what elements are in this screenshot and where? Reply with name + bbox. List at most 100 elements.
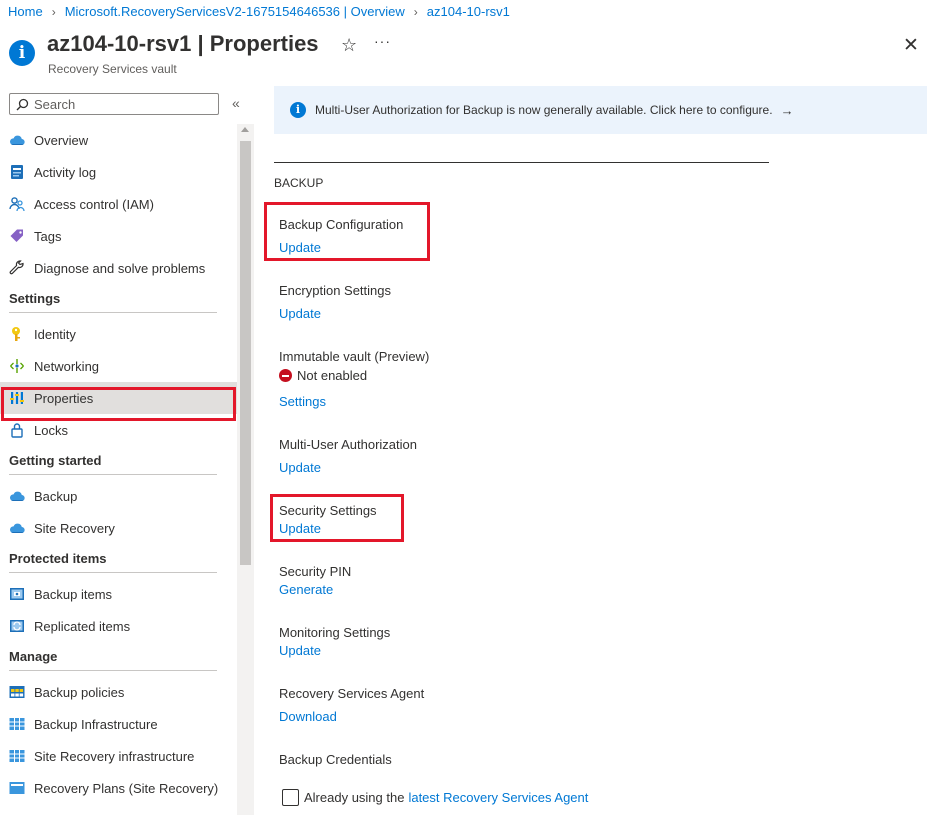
scroll-up-icon[interactable] <box>241 127 249 132</box>
scrollbar-thumb[interactable] <box>240 141 251 565</box>
sidebar-item-label: Replicated items <box>34 618 131 634</box>
not-enabled-status-icon <box>279 369 292 382</box>
info-icon: i <box>290 102 306 118</box>
page-title: az104-10-rsv1 | Properties <box>47 31 319 57</box>
sidebar-item-properties[interactable]: Properties <box>0 382 237 414</box>
backup-items-icon <box>9 586 25 602</box>
plans-icon <box>9 780 25 796</box>
sidebar-item-label: Access control (IAM) <box>34 196 154 212</box>
banner-text: Multi-User Authorization for Backup is n… <box>315 103 773 117</box>
sidebar-item-tags[interactable]: Tags <box>0 220 237 252</box>
vault-info-icon: i <box>9 40 35 66</box>
monitoring-settings-update-link[interactable]: Update <box>279 643 321 658</box>
sidebar-item-label: Backup Infrastructure <box>34 716 158 732</box>
sidebar-item-diagnose-and-solve-problems[interactable]: Diagnose and solve problems <box>0 252 237 284</box>
lock-icon <box>9 422 25 438</box>
key-icon <box>9 326 25 342</box>
sidebar-group-settings: Settings <box>9 291 61 306</box>
breadcrumb-resource-group[interactable]: Microsoft.RecoveryServicesV2-16751546465… <box>65 4 405 19</box>
security-pin-label: Security PIN <box>279 564 352 579</box>
sidebar-item-activity-log[interactable]: Activity log <box>0 156 237 188</box>
already-using-agent-checkbox[interactable] <box>282 789 299 806</box>
mua-info-banner[interactable]: i Multi-User Authorization for Backup is… <box>274 86 927 134</box>
section-divider <box>274 162 769 163</box>
sidebar-item-overview[interactable]: Overview <box>0 124 237 156</box>
sidebar-item-locks[interactable]: Locks <box>0 414 237 446</box>
security-settings-label: Security Settings <box>279 503 377 518</box>
sidebar-item-label: Backup <box>34 488 78 504</box>
breadcrumb-home[interactable]: Home <box>8 4 43 19</box>
tag-icon <box>9 228 25 244</box>
sidebar-group-protected-items: Protected items <box>9 551 107 566</box>
immutable-vault-label: Immutable vault (Preview) <box>279 349 430 364</box>
breadcrumb: Home › Microsoft.RecoveryServicesV2-1675… <box>8 4 510 19</box>
sidebar-item-identity[interactable]: Identity <box>0 318 237 350</box>
backup-configuration-label: Backup Configuration <box>279 217 404 232</box>
recovery-agent-download-link[interactable]: Download <box>279 709 337 724</box>
sidebar-item-label: Locks <box>34 422 68 438</box>
encryption-settings-update-link[interactable]: Update <box>279 306 321 321</box>
sidebar-item-recovery-plans-site-recovery[interactable]: Recovery Plans (Site Recovery) <box>0 772 237 804</box>
sidebar-item-label: Activity log <box>34 164 97 180</box>
sidebar-item-backup-policies[interactable]: Backup policies <box>0 676 237 708</box>
sidebar-item-label: Diagnose and solve problems <box>34 260 206 276</box>
people-icon <box>9 196 25 212</box>
arrow-right-icon: → <box>780 102 794 118</box>
cloud-icon <box>9 520 25 536</box>
sidebar-item-label: Backup policies <box>34 684 125 700</box>
immutable-vault-settings-link[interactable]: Settings <box>279 394 326 409</box>
search-box[interactable] <box>9 93 219 115</box>
mua-label: Multi-User Authorization <box>279 437 417 452</box>
sidebar-item-networking[interactable]: Networking <box>0 350 237 382</box>
immutable-vault-status-text: Not enabled <box>297 368 368 383</box>
breadcrumb-vault[interactable]: az104-10-rsv1 <box>427 4 510 19</box>
more-options-icon[interactable]: ··· <box>374 33 391 49</box>
sidebar-group-manage: Manage <box>9 649 58 664</box>
sidebar-item-backup-items[interactable]: Backup items <box>0 578 237 610</box>
sidebar-group-divider <box>9 312 217 313</box>
sidebar-item-access-control-iam[interactable]: Access control (IAM) <box>0 188 237 220</box>
breadcrumb-separator-icon: › <box>51 4 56 19</box>
sidebar-group-getting-started: Getting started <box>9 453 102 468</box>
close-icon[interactable]: ✕ <box>903 34 919 57</box>
backup-credentials-label: Backup Credentials <box>279 752 392 767</box>
sidebar-item-label: Networking <box>34 358 100 374</box>
cloud-icon <box>9 132 25 148</box>
monitoring-settings-label: Monitoring Settings <box>279 625 391 640</box>
infrastructure-grid-icon <box>9 716 25 732</box>
backup-configuration-update-link[interactable]: Update <box>279 240 321 255</box>
favorite-star-icon[interactable]: ☆ <box>341 35 357 56</box>
sidebar-item-site-recovery-infrastructure[interactable]: Site Recovery infrastructure <box>0 740 237 772</box>
sidebar-item-label: Tags <box>34 228 62 244</box>
recovery-agent-label: Recovery Services Agent <box>279 686 425 701</box>
sidebar-group-divider <box>9 572 217 573</box>
checkbox-label: Already using the <box>304 790 405 805</box>
sidebar-item-label: Overview <box>34 132 89 148</box>
cloud-icon <box>9 488 25 504</box>
sidebar-item-label: Identity <box>34 326 76 342</box>
collapse-sidebar-icon[interactable]: « <box>232 95 240 111</box>
sidebar-item-label: Backup items <box>34 586 113 602</box>
latest-agent-link[interactable]: latest Recovery Services Agent <box>408 790 588 805</box>
sidebar-item-backup[interactable]: Backup <box>0 480 237 512</box>
sidebar-scrollbar[interactable] <box>237 124 254 815</box>
sidebar-item-replicated-items[interactable]: Replicated items <box>0 610 237 642</box>
breadcrumb-separator-icon: › <box>413 4 418 19</box>
sidebar-item-backup-infrastructure[interactable]: Backup Infrastructure <box>0 708 237 740</box>
search-icon <box>16 98 29 110</box>
log-icon <box>9 164 25 180</box>
security-settings-update-link[interactable]: Update <box>279 521 321 536</box>
mua-update-link[interactable]: Update <box>279 460 321 475</box>
properties-icon <box>9 390 25 406</box>
vault-name: az104-10-rsv1 <box>47 31 192 56</box>
search-input[interactable] <box>34 96 204 112</box>
sidebar-item-site-recovery[interactable]: Site Recovery <box>0 512 237 544</box>
security-pin-generate-link[interactable]: Generate <box>279 582 333 597</box>
sidebar-group-divider <box>9 474 217 475</box>
network-icon <box>9 358 25 374</box>
sidebar-item-label: Recovery Plans (Site Recovery) <box>34 780 219 796</box>
immutable-vault-status: Not enabled <box>279 368 367 383</box>
replicated-items-icon <box>9 618 25 634</box>
sidebar-item-label: Properties <box>34 390 94 406</box>
policy-grid-icon <box>9 684 25 700</box>
